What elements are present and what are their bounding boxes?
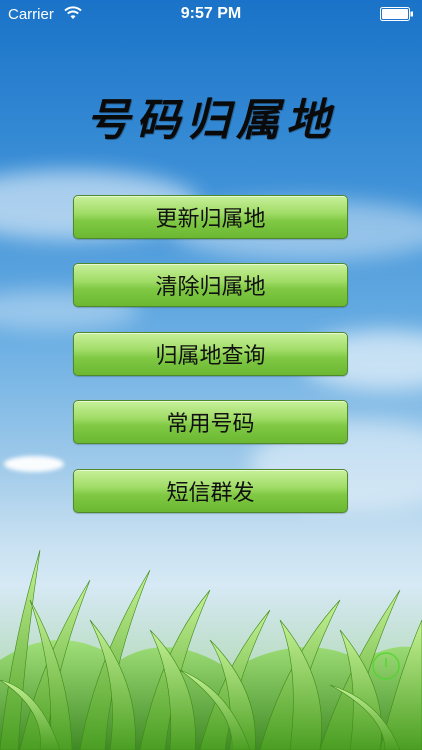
- group-sms-button[interactable]: 短信群发: [73, 469, 348, 513]
- power-watermark-icon: [372, 652, 400, 680]
- app-title: 号码归属地: [86, 95, 336, 146]
- common-numbers-button[interactable]: 常用号码: [73, 400, 348, 444]
- clock: 9:57 PM: [180, 5, 242, 22]
- grass-background: [0, 549, 422, 750]
- cloud: [4, 456, 64, 472]
- battery-icon: [380, 7, 413, 21]
- app-screen: Carrier 9:57 PM 号码归属地 更新归属地 清除归属地 归属地查询 …: [0, 0, 422, 750]
- clear-location-button[interactable]: 清除归属地: [73, 263, 348, 307]
- location-query-button[interactable]: 归属地查询: [73, 332, 348, 376]
- status-bar: Carrier 9:57 PM: [0, 0, 422, 28]
- update-location-button[interactable]: 更新归属地: [73, 195, 348, 239]
